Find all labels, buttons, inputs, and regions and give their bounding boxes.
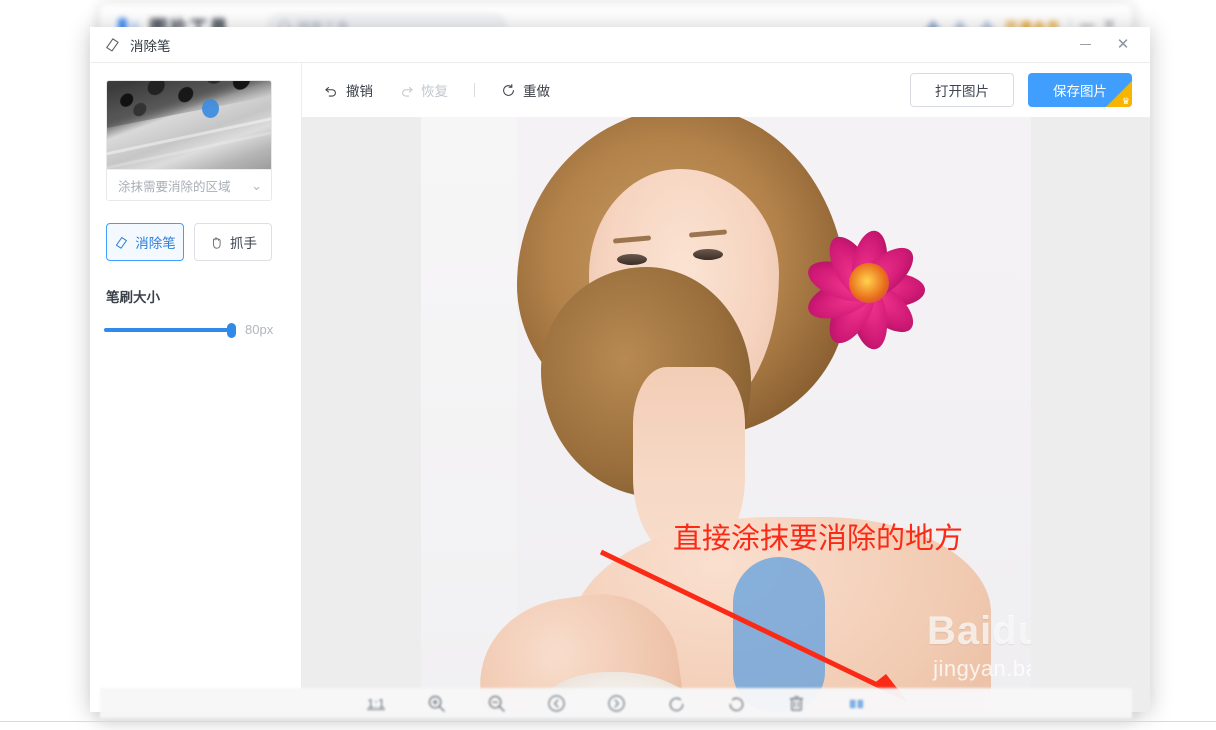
- next-image-icon[interactable]: [606, 693, 626, 713]
- preview-caption-row[interactable]: 涂抹需要消除的区域 ⌄: [107, 169, 271, 200]
- toolbar-actions: 打开图片 保存图片 ♛: [910, 73, 1132, 107]
- minimize-button[interactable]: [1068, 31, 1102, 59]
- hand-icon: [213, 236, 221, 249]
- open-image-button[interactable]: 打开图片: [910, 73, 1014, 107]
- preview-thumbnail: [107, 81, 271, 169]
- content-area: 撤销 恢复 重做 打开图片 保存图片 ♛ 直接涂抹要消除的地方 Baidu ji…: [302, 63, 1150, 712]
- brush-size-slider[interactable]: [104, 322, 236, 338]
- rotate-left-icon[interactable]: [666, 693, 686, 713]
- brush-size-value: 80px: [245, 322, 274, 337]
- image-canvas[interactable]: 直接涂抹要消除的地方 Baidu经验 jingyan.baidu.com: [302, 117, 1150, 712]
- redo-label: 恢复: [421, 84, 448, 99]
- editor-toolbar: 撤销 恢复 重做 打开图片 保存图片 ♛: [302, 63, 1150, 117]
- bottom-divider: [0, 721, 1216, 722]
- slider-handle[interactable]: [227, 322, 236, 338]
- hand-tool-button[interactable]: 抓手: [194, 223, 272, 261]
- preview-mask-blob: [202, 98, 220, 118]
- hand-tool-label: 抓手: [230, 236, 257, 251]
- preview-rock-texture: [107, 81, 271, 128]
- redo-button[interactable]: 恢复: [399, 80, 448, 100]
- redo-icon: [402, 86, 413, 97]
- compare-icon[interactable]: [846, 693, 866, 713]
- brush-size-slider-row: 80px: [104, 322, 301, 338]
- dialog-body: 涂抹需要消除的区域 ⌄ 消除笔 抓手 笔刷大小 80px 撤销 恢复 重做 打开…: [90, 63, 1150, 712]
- sidebar: 涂抹需要消除的区域 ⌄ 消除笔 抓手 笔刷大小 80px: [90, 63, 302, 712]
- close-button[interactable]: ✕: [1106, 31, 1140, 59]
- undo-button[interactable]: 撤销: [324, 80, 373, 100]
- undo-label: 撤销: [346, 84, 373, 99]
- refresh-icon: [503, 83, 514, 96]
- flower-core: [849, 263, 889, 303]
- eraser-tool-dialog: 消除笔 ✕ 涂抹需要消除的区域 ⌄ 消除笔 抓手 笔刷大小 80px 撤销 恢复…: [90, 27, 1150, 712]
- rotate-right-icon[interactable]: [726, 693, 746, 713]
- previous-image-icon[interactable]: [546, 693, 566, 713]
- reset-label: 重做: [523, 84, 550, 99]
- save-image-button[interactable]: 保存图片 ♛: [1028, 73, 1132, 107]
- photo-content: 直接涂抹要消除的地方 Baidu经验 jingyan.baidu.com: [421, 117, 1031, 712]
- actual-size-icon[interactable]: 1:1: [366, 693, 386, 713]
- delete-icon[interactable]: [786, 693, 806, 713]
- save-image-label: 保存图片: [1053, 84, 1107, 99]
- dialog-window-controls: ✕: [1068, 31, 1140, 59]
- annotation-text: 直接涂抹要消除的地方: [673, 521, 964, 555]
- zoom-out-icon[interactable]: [486, 693, 506, 713]
- tool-button-row: 消除笔 抓手: [106, 223, 301, 261]
- reset-button[interactable]: 重做: [501, 80, 550, 100]
- model-eye: [693, 249, 723, 260]
- undo-icon: [325, 86, 336, 97]
- eraser-tool-label: 消除笔: [135, 236, 176, 251]
- model-eye: [617, 254, 647, 265]
- toolbar-divider: [474, 83, 475, 97]
- eraser-icon: [116, 236, 128, 249]
- viewer-bottom-toolbar: 1:1: [100, 688, 1132, 718]
- zoom-in-icon[interactable]: [426, 693, 446, 713]
- brush-size-label: 笔刷大小: [106, 290, 160, 305]
- eraser-icon: [104, 36, 121, 53]
- crown-icon: ♛: [1121, 96, 1130, 106]
- flower-decoration: [797, 195, 985, 385]
- annotation-arrow: [599, 549, 908, 702]
- preview-caption-text: 涂抹需要消除的区域: [118, 179, 231, 194]
- eraser-tool-button[interactable]: 消除笔: [106, 223, 184, 261]
- dialog-titlebar: 消除笔 ✕: [90, 27, 1150, 63]
- chevron-down-icon[interactable]: ⌄: [251, 179, 262, 192]
- dialog-title: 消除笔: [130, 38, 171, 54]
- preview-card[interactable]: 涂抹需要消除的区域 ⌄: [106, 80, 272, 201]
